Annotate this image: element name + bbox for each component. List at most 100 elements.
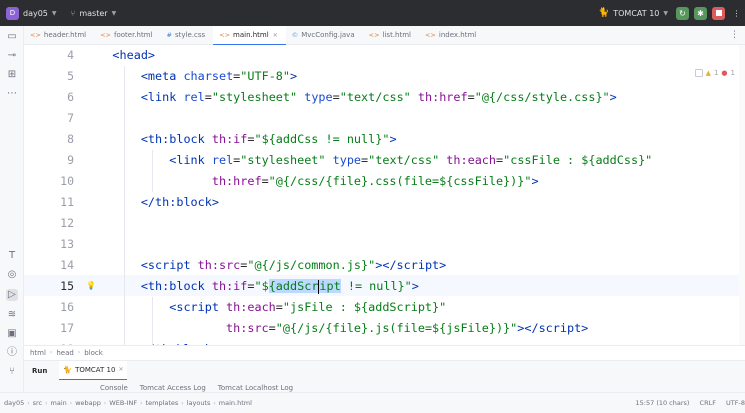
project-view-icon[interactable]: ▭ <box>6 31 18 43</box>
code-line: <script th:src="@{/js/common.js}"></scri… <box>140 258 447 272</box>
chevron-down-icon: ▼ <box>663 9 668 17</box>
tomcat-icon: 🐈 <box>598 8 610 18</box>
warning-icon: ▲ <box>705 69 711 77</box>
breadcrumb-item[interactable]: head <box>56 349 73 357</box>
chevron-right-icon: › <box>77 349 81 356</box>
breadcrumb-item[interactable]: html <box>30 349 46 357</box>
line-number: 10 <box>60 174 74 188</box>
run-tab-tomcat[interactable]: 🐈 TOMCAT 10 ✕ <box>59 360 128 381</box>
tab-mvcconfig-java[interactable]: © MvcConfig.java <box>286 26 363 45</box>
subtab-access-log[interactable]: Tomcat Access Log <box>140 384 206 392</box>
project-name[interactable]: day05 <box>23 9 48 18</box>
tab-label: header.html <box>43 31 87 39</box>
close-icon[interactable]: ✕ <box>273 32 278 39</box>
status-bar: day05 › src › main › webapp › WEB-INF › … <box>0 392 745 413</box>
chevron-down-icon[interactable]: ▼ <box>112 10 117 17</box>
chevron-down-icon[interactable]: ▼ <box>52 10 57 17</box>
tab-header-html[interactable]: <> header.html <box>24 26 94 45</box>
git-icon[interactable]: ⑂ <box>6 366 18 378</box>
inspection-widget[interactable]: ▲ 1 ● 1 <box>694 69 735 77</box>
line-number-gutter: 4 5 6 7 8 9 10 11 12 13 14 15 16 17 18 <box>24 45 84 345</box>
path-segment[interactable]: main.html <box>219 399 252 407</box>
tab-index-html[interactable]: <> index.html <box>419 26 484 45</box>
error-icon: ● <box>721 69 728 77</box>
code-editor[interactable]: 4 5 6 7 8 9 10 11 12 13 14 15 16 17 18 💡… <box>24 45 745 345</box>
layers-icon[interactable]: ≋ <box>6 309 18 321</box>
more-tabs-icon[interactable]: ⋮ <box>730 30 739 40</box>
breadcrumb-item[interactable]: block <box>84 349 103 357</box>
tab-main-html[interactable]: <> main.html ✕ <box>213 25 286 46</box>
services-icon[interactable]: ◎ <box>6 269 18 281</box>
structure-icon[interactable]: ⊞ <box>6 69 18 81</box>
run-icon[interactable]: ▷ <box>6 289 18 301</box>
line-number: 7 <box>67 111 74 125</box>
terminal-icon[interactable]: ▣ <box>6 328 18 340</box>
problems-icon[interactable]: ⓘ <box>6 347 18 359</box>
line-number: 8 <box>67 132 74 146</box>
line-number: 5 <box>67 69 74 83</box>
line-number: 13 <box>60 237 74 251</box>
code-line: <link rel="stylesheet" type="text/css" t… <box>140 90 617 104</box>
commit-icon[interactable]: ⊸ <box>6 50 18 62</box>
line-number: 16 <box>60 300 74 314</box>
more-tools-icon[interactable]: ⋯ <box>6 88 18 100</box>
chevron-right-icon: › <box>45 399 48 407</box>
error-count: 1 <box>730 69 735 77</box>
tab-list-html[interactable]: <> list.html <box>363 26 419 45</box>
path-segment[interactable]: main <box>51 399 67 407</box>
run-configuration-selector[interactable]: 🐈 TOMCAT 10 ▼ <box>598 8 668 18</box>
path-segment[interactable]: layouts <box>187 399 211 407</box>
tab-footer-html[interactable]: <> footer.html <box>94 26 160 45</box>
rerun-button[interactable]: ↻ <box>676 6 689 20</box>
branch-name[interactable]: master <box>79 9 107 18</box>
path-segment[interactable]: WEB-INF <box>109 399 137 407</box>
more-icon[interactable]: ⋮ <box>730 7 743 20</box>
path-segment[interactable]: src <box>33 399 43 407</box>
java-file-icon: © <box>291 31 299 39</box>
caret-position[interactable]: 15:57 (10 chars) <box>636 399 690 407</box>
branch-icon[interactable]: ⑂ <box>71 9 76 18</box>
subtab-console[interactable]: Console <box>100 384 128 392</box>
run-panel-title: Run <box>32 366 48 375</box>
code-line-current: <th:block th:if="${addScript != null}"> <box>140 279 419 294</box>
subtab-localhost-log[interactable]: Tomcat Localhost Log <box>218 384 293 392</box>
line-separator[interactable]: CRLF <box>700 399 716 407</box>
chevron-right-icon: › <box>103 399 107 407</box>
code-line: <th:block th:if="${addCss != null}"> <box>140 132 397 146</box>
path-segment[interactable]: webapp <box>75 399 101 407</box>
line-number: 12 <box>60 216 74 230</box>
line-number: 9 <box>67 153 74 167</box>
tab-label: index.html <box>438 31 477 39</box>
path-segment[interactable]: templates <box>146 399 179 407</box>
project-badge[interactable]: D <box>6 6 19 20</box>
html-file-icon: <> <box>424 31 436 39</box>
code-line: <script th:each="jsFile : ${addScript}" <box>169 300 447 314</box>
tab-label: main.html <box>233 31 269 39</box>
code-line: <meta charset="UTF-8"> <box>140 69 298 83</box>
run-panel-header: Run 🐈 TOMCAT 10 ✕ <box>24 360 745 381</box>
close-icon[interactable]: ✕ <box>118 366 123 373</box>
editor-scrollbar[interactable] <box>739 45 745 345</box>
path-segment[interactable]: day05 <box>4 399 24 407</box>
status-right: 15:57 (10 chars) CRLF UTF-8 <box>628 399 745 407</box>
stop-button[interactable] <box>712 6 725 20</box>
warning-count: 1 <box>713 69 719 77</box>
run-tab-label: TOMCAT 10 <box>75 365 116 374</box>
line-number: 17 <box>60 321 74 335</box>
endpoints-icon[interactable]: T <box>6 250 18 262</box>
tab-label: list.html <box>382 31 411 39</box>
inspection-box-icon <box>694 69 703 77</box>
line-number: 4 <box>67 48 74 62</box>
line-number: 11 <box>60 195 74 209</box>
file-encoding[interactable]: UTF-8 <box>726 399 745 407</box>
chevron-right-icon: › <box>49 349 53 356</box>
code-line: <head> <box>112 48 156 62</box>
debug-button[interactable]: ✱ <box>694 6 707 20</box>
breadcrumb: html › head › block <box>24 345 745 359</box>
tab-style-css[interactable]: # style.css <box>161 26 214 45</box>
line-number: 6 <box>67 90 74 104</box>
code-line: th:href="@{/css/{file}.css(file=${cssFil… <box>211 174 539 188</box>
chevron-right-icon: › <box>27 399 30 407</box>
